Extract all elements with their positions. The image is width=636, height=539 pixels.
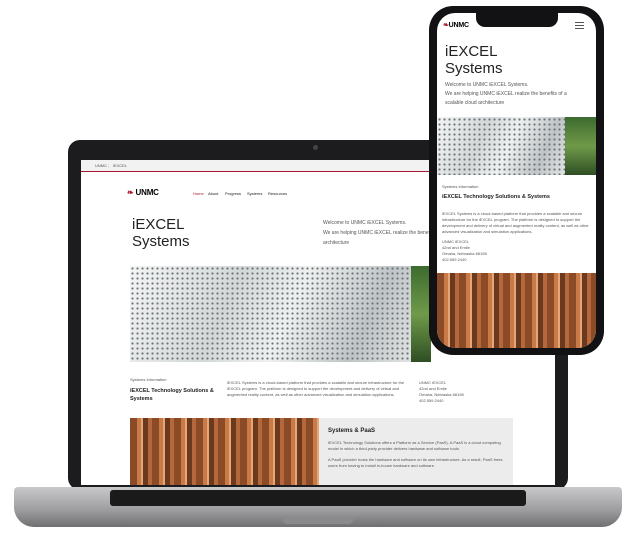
logo-text: UNMC (135, 188, 159, 197)
paas-body-1: iEXCEL Technology Solutions offers a Pla… (328, 440, 501, 451)
paas-title: Systems & PaaS (328, 428, 376, 434)
nav-systems[interactable]: Systems (247, 191, 262, 196)
phone-address: UNMC iEXCEL 42nd and Emile Omaha, Nebraska… (442, 239, 487, 262)
topbar-right-text[interactable]: iEXCEL (113, 163, 127, 168)
phone-logo-text: UNMC (448, 22, 469, 29)
phone-info-label: Systems Information (442, 184, 479, 189)
phone-intro: Welcome to UNMC iEXCEL Systems. We are he… (445, 82, 567, 106)
paas-body-2: A PaaS provider hosts the hardware and s… (328, 457, 503, 468)
info-body: iEXCEL Systems is a cloud-based platform… (227, 380, 405, 397)
phone-wood-image (437, 273, 596, 348)
nav-resources[interactable]: Resources (268, 191, 287, 196)
wood-image (130, 418, 319, 485)
phone-logo[interactable]: ❧UNMC (443, 21, 469, 29)
info-title: iEXCEL Technology Solutions & Systems (130, 388, 214, 402)
site-logo[interactable]: ❧ UNMC (127, 188, 159, 197)
info-label: Systems Information (130, 377, 167, 382)
laptop-keyboard (110, 490, 526, 506)
address-block: UNMC iEXCEL 42nd and Emile Omaha, Nebraska… (419, 380, 464, 403)
phone-info-body: iEXCEL Systems is a cloud-based platform… (442, 211, 589, 234)
laptop-camera (313, 145, 318, 150)
nav-progress[interactable]: Progress (225, 191, 241, 196)
nav-home[interactable]: Home (193, 191, 204, 196)
phone-hero-image (437, 117, 565, 175)
nav-about[interactable]: About (208, 191, 218, 196)
topbar-left-text[interactable]: UNMC (95, 163, 107, 168)
phone-info-title: iEXCEL Technology Solutions & Systems (442, 194, 550, 200)
hero-image (130, 266, 415, 362)
laptop-notch (282, 518, 354, 524)
logo-mark-icon: ❧ (127, 188, 134, 197)
hamburger-icon[interactable] (575, 22, 584, 29)
page-title: iEXCEL Systems (132, 216, 190, 251)
phone-title: iEXCEL Systems (445, 43, 503, 78)
phone-notch (476, 13, 558, 27)
hero-image-greenery (411, 266, 431, 362)
phone-screen: ❧UNMC iEXCEL Systems Welcome to UNMC iEXC… (437, 13, 596, 348)
phone-hero-greenery (565, 117, 596, 175)
